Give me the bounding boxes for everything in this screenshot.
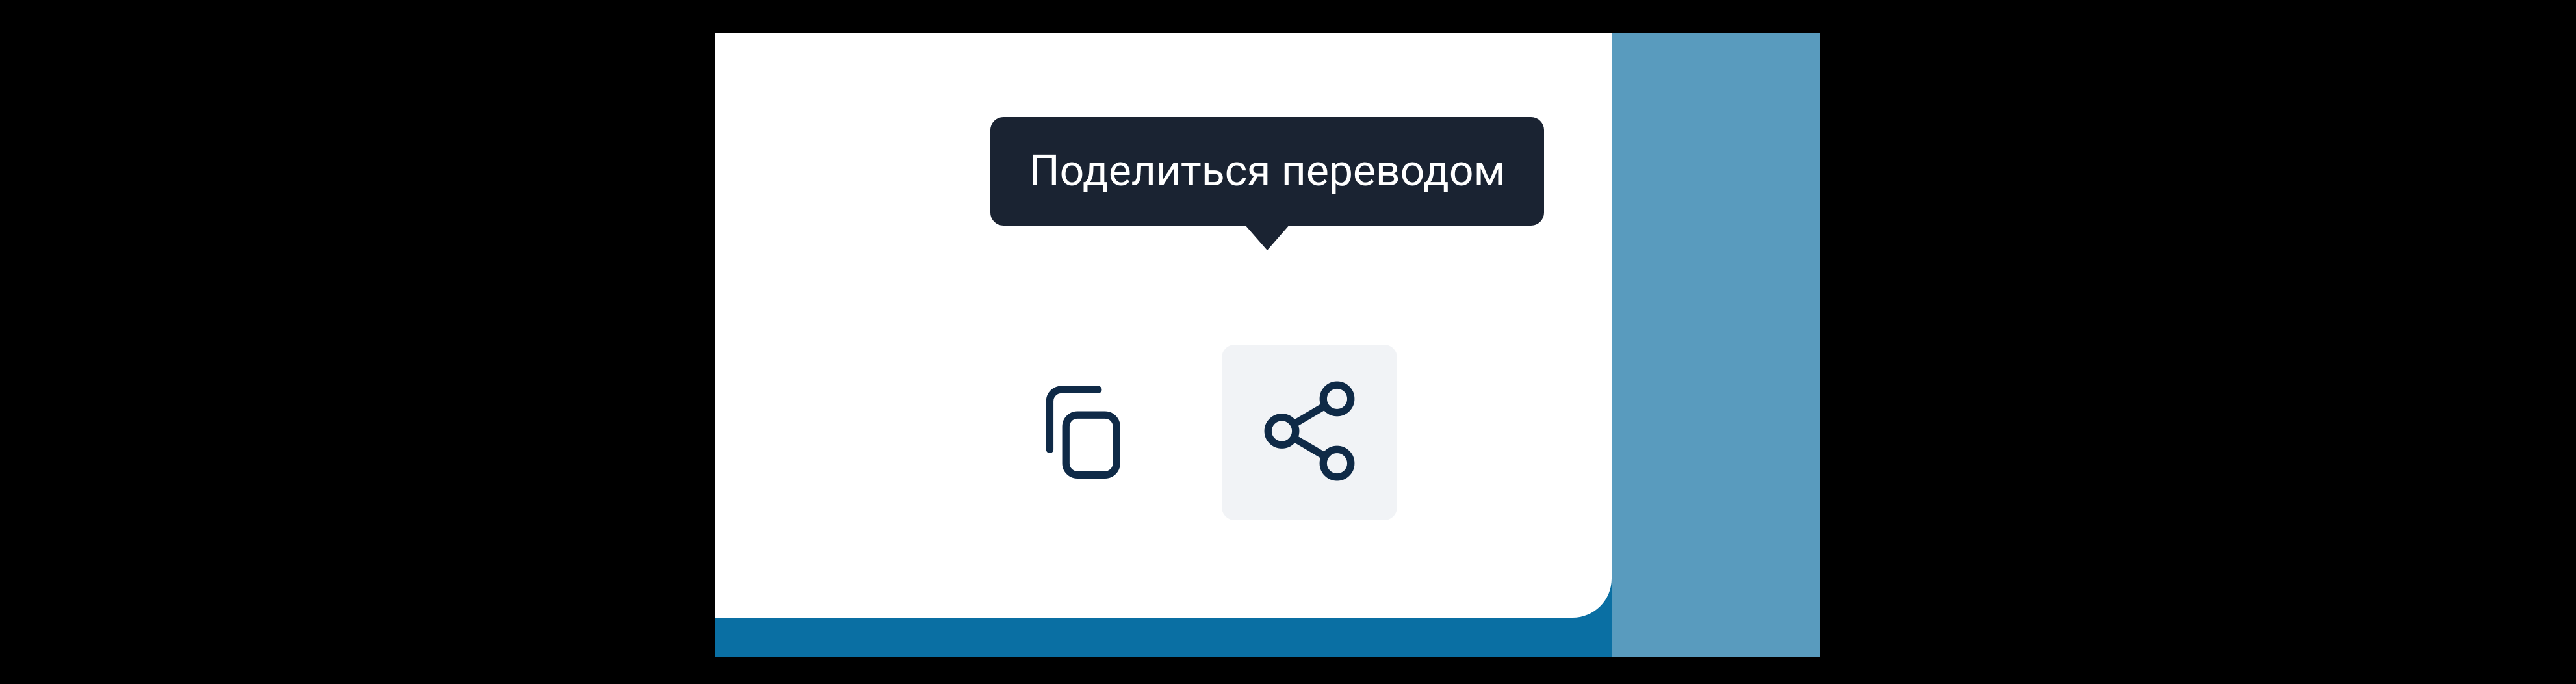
tooltip-text: Поделиться переводом: [1029, 146, 1506, 196]
tooltip-wrapper: Поделиться переводом: [942, 117, 1592, 250]
action-icon-row: [994, 345, 1397, 520]
copy-icon: [1027, 376, 1137, 489]
copy-button[interactable]: [994, 345, 1170, 520]
share-icon: [1254, 376, 1365, 489]
gray-overlay: [1612, 33, 1820, 657]
tooltip-arrow: [1244, 224, 1290, 250]
share-button[interactable]: [1222, 345, 1397, 520]
share-tooltip: Поделиться переводом: [990, 117, 1545, 226]
